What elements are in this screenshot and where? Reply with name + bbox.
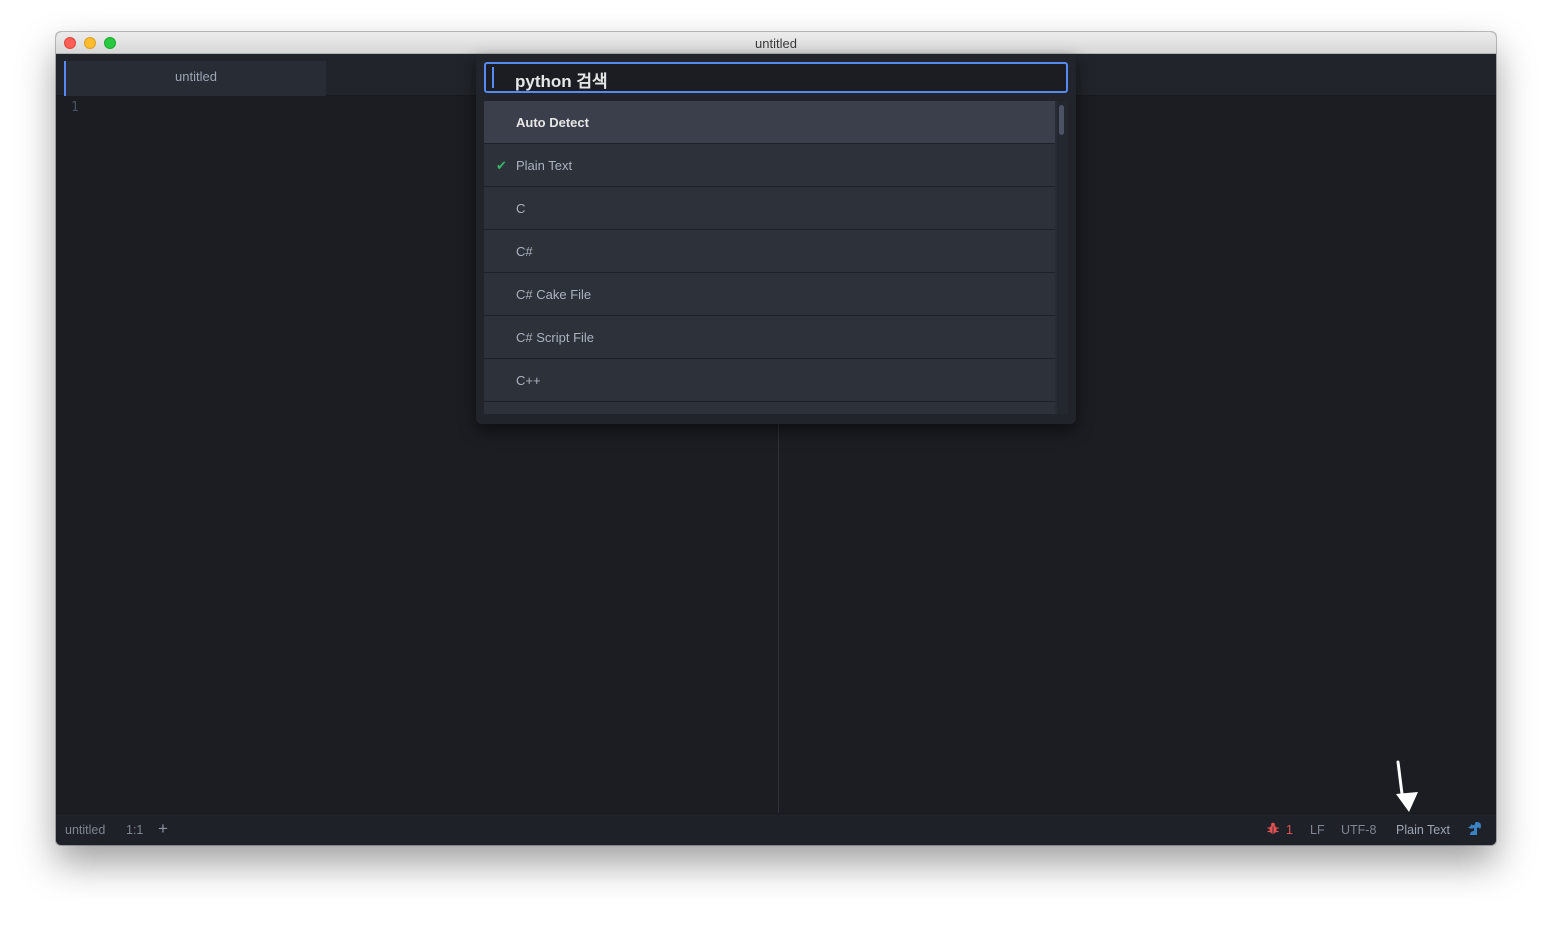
window-title: untitled	[755, 36, 797, 51]
search-query[interactable]: python 검색	[515, 67, 608, 92]
list-item-partial[interactable]	[484, 402, 1055, 414]
error-count[interactable]: 1	[1286, 823, 1293, 837]
grammar-list[interactable]: Auto Detect ✔ Plain Text C C# C# Cake Fi…	[484, 101, 1068, 414]
pointer-arrow-icon	[1396, 760, 1426, 821]
list-item-label: Auto Detect	[516, 115, 589, 130]
encoding-indicator[interactable]: UTF-8	[1341, 823, 1376, 837]
status-bar: untitled 1:1 + 1 LF UTF-8 Plain Text	[56, 813, 1496, 845]
list-item-plain-text[interactable]: ✔ Plain Text	[484, 144, 1055, 187]
checkmark-icon: ✔	[496, 158, 507, 173]
list-item-c-sharp-script-file[interactable]: C# Script File	[484, 316, 1055, 359]
title-bar: untitled	[56, 32, 1496, 54]
line-ending-indicator[interactable]: LF	[1310, 823, 1325, 837]
scrollbar-thumb[interactable]	[1059, 105, 1064, 135]
list-item-label: C	[516, 201, 526, 216]
app-window: untitled untitled 1 untitled 1:1 + 1 LF …	[56, 32, 1496, 845]
bug-icon[interactable]	[1267, 822, 1279, 838]
list-item-cpp[interactable]: C++	[484, 359, 1055, 402]
list-item-label: C# Script File	[516, 330, 595, 345]
list-item-c-sharp[interactable]: C#	[484, 230, 1055, 273]
grammar-selector-panel: python 검색 Auto Detect ✔ Plain Text C C# …	[476, 54, 1076, 424]
list-item-label: C#	[516, 244, 533, 259]
list-item-label: C++	[516, 373, 541, 388]
line-number: 1	[71, 100, 79, 115]
grammar-search-input[interactable]: python 검색	[484, 62, 1068, 93]
add-icon[interactable]: +	[158, 819, 168, 839]
list-item-auto-detect[interactable]: Auto Detect	[484, 101, 1055, 144]
list-item-label: Plain Text	[516, 158, 573, 173]
squirrel-icon[interactable]	[1466, 821, 1482, 839]
grammar-selector[interactable]: Plain Text	[1396, 823, 1450, 837]
text-cursor	[492, 67, 494, 88]
tab-untitled[interactable]: untitled	[64, 61, 326, 96]
list-item-c-sharp-cake-file[interactable]: C# Cake File	[484, 273, 1055, 316]
status-file-name[interactable]: untitled	[65, 823, 105, 837]
list-item-c[interactable]: C	[484, 187, 1055, 230]
list-item-label: C# Cake File	[516, 287, 592, 302]
list-scrollbar[interactable]	[1057, 101, 1068, 414]
status-cursor-position[interactable]: 1:1	[126, 823, 143, 837]
